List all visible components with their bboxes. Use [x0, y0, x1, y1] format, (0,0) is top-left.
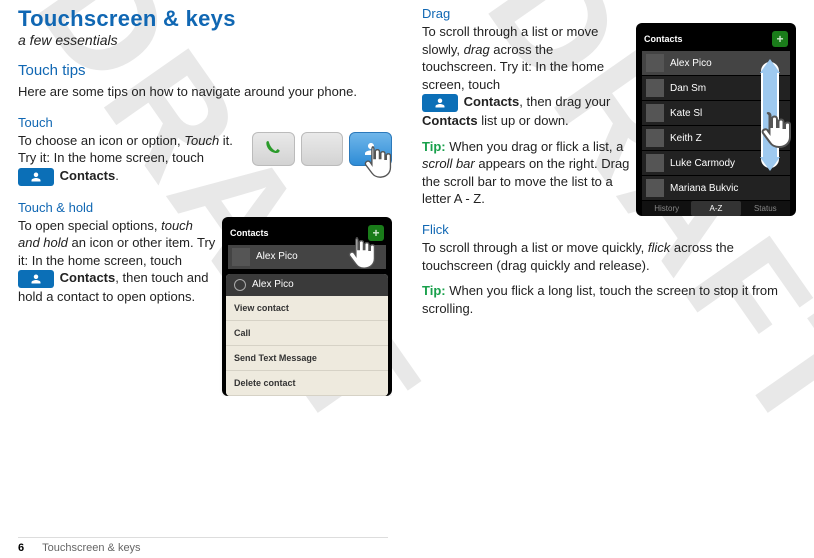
popup-item[interactable]: Delete contact	[226, 371, 388, 396]
contact-name: Alex Pico	[670, 58, 712, 69]
avatar	[646, 104, 664, 122]
heading-touch-hold: Touch & hold	[18, 200, 392, 215]
contacts-chip-icon	[422, 94, 458, 112]
text-emph: flick	[648, 240, 670, 255]
avatar	[646, 129, 664, 147]
radio-icon	[234, 279, 246, 291]
phone-icon	[265, 141, 281, 157]
hand-icon	[354, 140, 392, 184]
popup-item[interactable]: View contact	[226, 296, 388, 321]
right-column: Drag Contacts + Alex Pico Dan Sm Kate Sl…	[422, 6, 796, 530]
left-column: Touchscreen & keys a few essentials Touc…	[18, 6, 392, 530]
text: To choose an icon or option,	[18, 133, 184, 148]
figure-drag: Contacts + Alex Pico Dan Sm Kate Sl Keit…	[636, 23, 796, 216]
popup-item[interactable]: Call	[226, 321, 388, 346]
avatar	[646, 179, 664, 197]
tip-flick: Tip: When you flick a long list, touch t…	[422, 282, 796, 317]
contacts-chip-icon	[18, 270, 54, 288]
text: .	[115, 168, 119, 183]
avatar	[646, 79, 664, 97]
contact-name: Luke Carmody	[670, 158, 735, 169]
contact-name: Dan Sm	[670, 83, 706, 94]
body-flick: To scroll through a list or move quickly…	[422, 239, 796, 274]
page-footer: 6 Touchscreen & keys	[18, 537, 388, 554]
context-popup: Alex Pico View contact Call Send Text Me…	[226, 274, 388, 396]
heading-touch: Touch	[18, 115, 392, 130]
figure-touch	[252, 132, 392, 192]
launcher-mid-button[interactable]	[301, 132, 344, 166]
contacts-header: Contacts	[644, 34, 683, 44]
contacts-tabs: History A-Z Status	[642, 201, 790, 216]
page-number: 6	[18, 542, 24, 554]
drag-gesture-graphic	[746, 59, 796, 194]
tab-status[interactable]: Status	[741, 201, 790, 216]
text: To open special options,	[18, 218, 161, 233]
body-touch-tips: Here are some tips on how to navigate ar…	[18, 83, 392, 101]
page-subtitle: a few essentials	[18, 32, 392, 48]
text-bold: Contacts	[60, 270, 116, 285]
figure-touch-hold: Contacts + Alex Pico Alex Pico View cont…	[222, 217, 392, 396]
text: , then drag your	[519, 94, 610, 109]
tab-history[interactable]: History	[642, 201, 691, 216]
text: When you flick a long list, touch the sc…	[422, 283, 778, 316]
popup-item[interactable]: Send Text Message	[226, 346, 388, 371]
text: When you drag or flick a list, a	[446, 139, 624, 154]
tip-label: Tip:	[422, 283, 446, 298]
hand-pointer-graphic	[354, 140, 392, 189]
popup-title: Alex Pico	[252, 279, 294, 290]
text-bold: Contacts	[60, 168, 116, 183]
heading-drag: Drag	[422, 6, 796, 21]
contacts-header: Contacts	[230, 228, 269, 238]
text: list up or down.	[478, 113, 569, 128]
avatar	[646, 54, 664, 72]
hand-pointer-graphic	[338, 231, 382, 280]
avatar	[646, 154, 664, 172]
text-emph: drag	[464, 42, 490, 57]
text-bold: Contacts	[422, 113, 478, 128]
add-contact-button[interactable]: +	[772, 31, 788, 47]
tab-az[interactable]: A-Z	[691, 201, 740, 216]
heading-flick: Flick	[422, 222, 796, 237]
avatar	[232, 248, 250, 266]
footer-section-name: Touchscreen & keys	[42, 542, 140, 554]
launcher-phone-button[interactable]	[252, 132, 295, 166]
contact-name: Alex Pico	[256, 251, 298, 262]
contact-name: Keith Z	[670, 133, 702, 144]
tip-label: Tip:	[422, 139, 446, 154]
text: To scroll through a list or move quickly…	[422, 240, 648, 255]
hand-icon	[338, 231, 382, 275]
text-emph: Touch	[184, 133, 219, 148]
contact-name: Kate Sl	[670, 108, 702, 119]
text-emph: scroll bar	[422, 156, 475, 171]
heading-touch-tips: Touch tips	[18, 62, 392, 79]
page-title: Touchscreen & keys	[18, 6, 392, 32]
contact-name: Mariana Bukvic	[670, 183, 738, 194]
text-bold: Contacts	[464, 94, 520, 109]
contacts-chip-icon	[18, 168, 54, 186]
